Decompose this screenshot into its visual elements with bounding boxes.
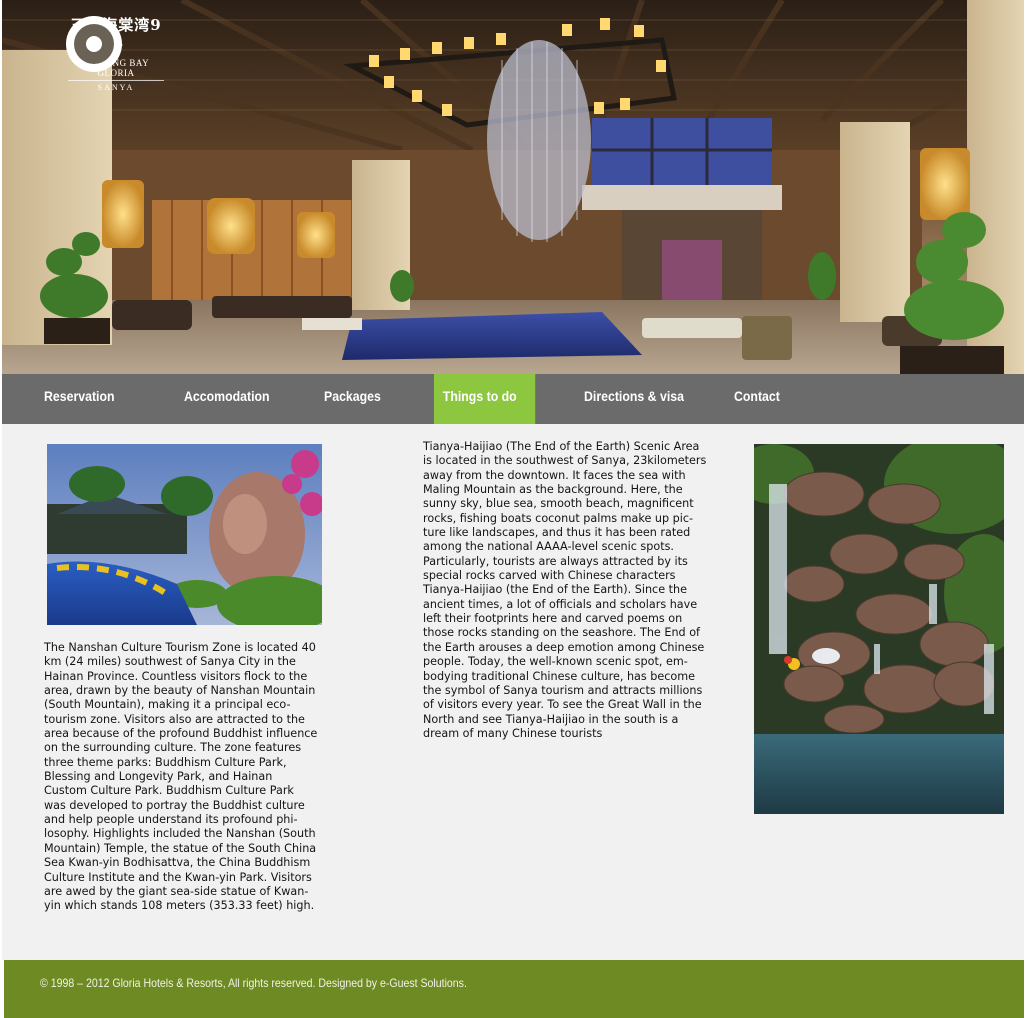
footer: © 1998 – 2012 Gloria Hotels & Resorts, A… <box>4 960 1024 1018</box>
spiral-logo-icon <box>66 16 122 72</box>
copyright-text: © 1998 – 2012 Gloria Hotels & Resorts, A… <box>40 976 467 990</box>
nav-item-contact[interactable]: Contact <box>734 374 780 424</box>
nanshan-photo <box>47 444 322 625</box>
brand-city: SANYA <box>97 83 135 92</box>
logo-divider <box>68 80 164 81</box>
nav-item-packages[interactable]: Packages <box>324 374 381 424</box>
brand-logo[interactable]: 三亚海棠湾9号 HAITANG BAY GLORIA SANYA <box>64 14 168 92</box>
nav-item-accomodation[interactable]: Accomodation <box>184 374 270 424</box>
content-area: The Nanshan Culture Tourism Zone is loca… <box>2 424 1024 960</box>
main-nav: Reservation Accomodation Packages Things… <box>2 374 1024 424</box>
tianya-haijiao-description: Tianya-Haijiao (The End of the Earth) Sc… <box>423 440 707 740</box>
nanshan-description: The Nanshan Culture Tourism Zone is loca… <box>44 641 318 913</box>
hero-banner: 三亚海棠湾9号 HAITANG BAY GLORIA SANYA <box>2 0 1024 374</box>
nav-item-reservation[interactable]: Reservation <box>44 374 115 424</box>
nav-item-things-to-do[interactable]: Things to do <box>434 374 536 424</box>
waterfall-photo <box>754 444 1004 814</box>
nav-item-directions-visa[interactable]: Directions & visa <box>584 374 684 424</box>
